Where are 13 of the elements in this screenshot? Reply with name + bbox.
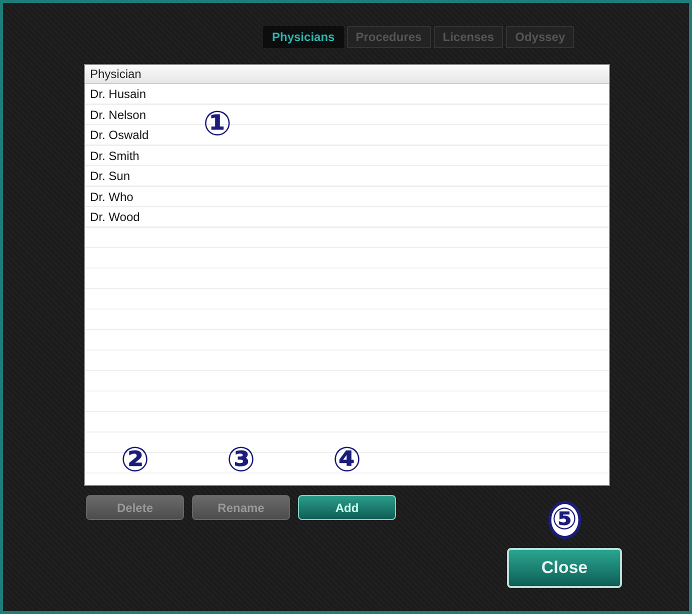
callout-number: ② (120, 443, 150, 477)
list-item[interactable]: Dr. Who (85, 186, 609, 207)
close-button[interactable]: Close (507, 548, 622, 588)
list-item[interactable]: Dr. Sun (85, 166, 609, 186)
list-item[interactable]: Dr. Wood (85, 207, 609, 228)
action-button[interactable]: Add (298, 495, 396, 520)
callout-number: ③ (226, 443, 256, 477)
callout-number: ⑤ (550, 504, 578, 536)
tab[interactable]: Physicians (263, 26, 344, 48)
callout-number: ④ (332, 443, 362, 477)
list-item[interactable]: Dr. Smith (85, 146, 609, 166)
list-item[interactable]: Dr. Husain (85, 84, 609, 104)
column-header: Physician (85, 65, 609, 84)
